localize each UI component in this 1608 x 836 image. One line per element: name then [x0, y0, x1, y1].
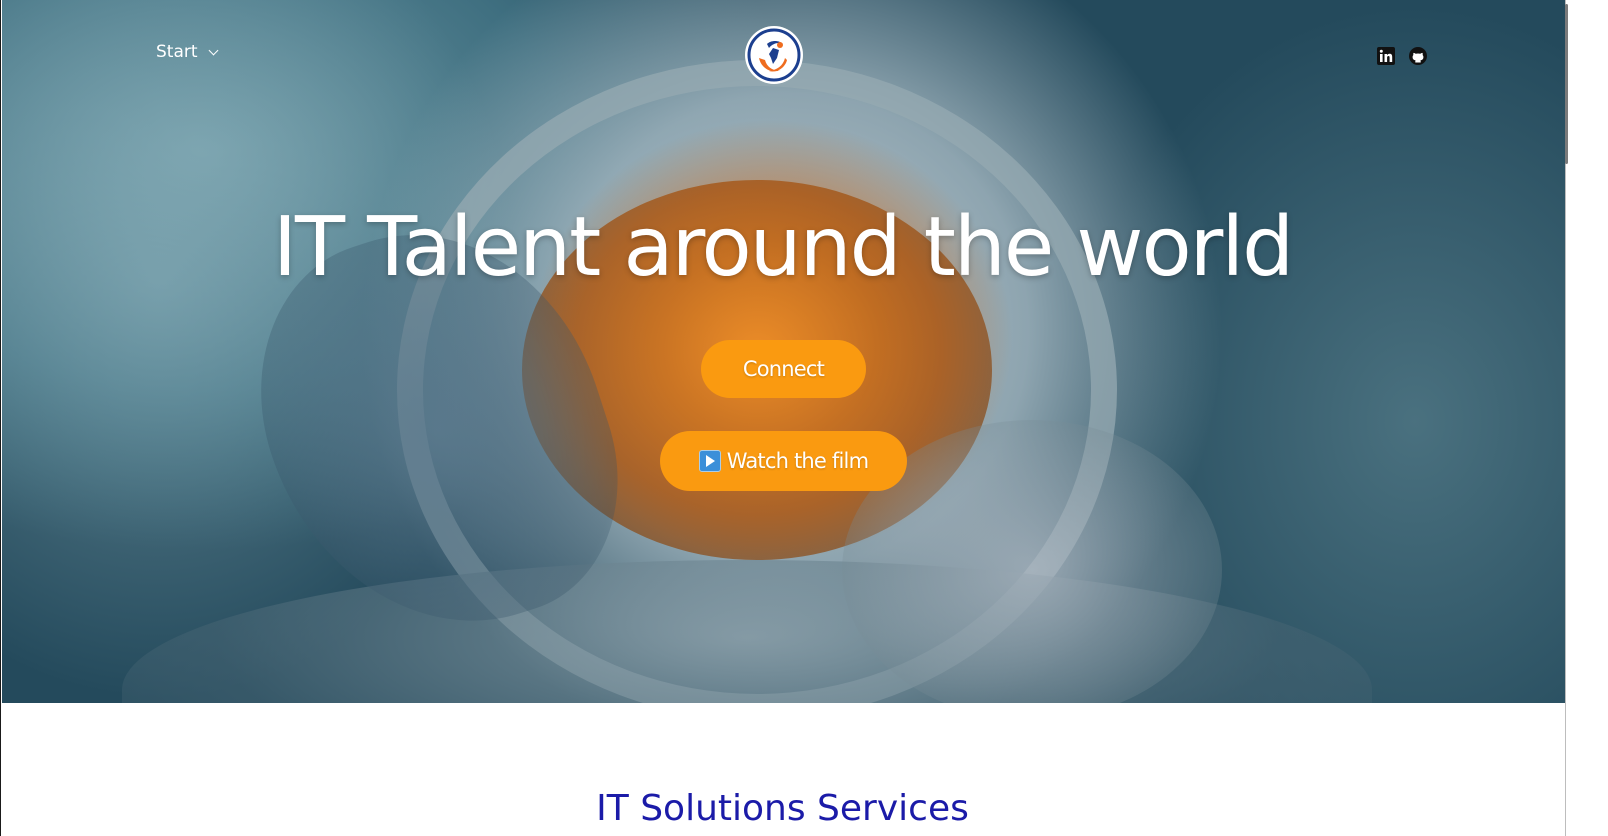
watch-film-label: Watch the film — [726, 449, 869, 473]
hero-headline: IT Talent around the world — [272, 200, 1294, 295]
watch-film-button[interactable]: Watch the film — [660, 431, 907, 491]
page-scrollbar[interactable] — [1565, 0, 1608, 836]
chevron-down-icon — [208, 45, 218, 55]
connect-button-label: Connect — [742, 357, 825, 381]
page: Start IT Talent around the world Connect — [0, 0, 1608, 836]
nav-start-dropdown[interactable]: Start — [156, 42, 218, 62]
github-link[interactable] — [1407, 45, 1429, 67]
services-section-title: IT Solutions Services — [596, 788, 969, 829]
github-icon — [1409, 47, 1427, 65]
play-icon — [698, 450, 721, 472]
logo-icon — [747, 28, 801, 82]
site-logo[interactable] — [747, 28, 801, 82]
nav-start-label: Start — [156, 42, 198, 62]
linkedin-icon — [1377, 47, 1395, 65]
connect-button[interactable]: Connect — [701, 340, 866, 398]
scrollbar-thumb[interactable] — [1565, 4, 1568, 164]
linkedin-link[interactable] — [1375, 45, 1397, 67]
